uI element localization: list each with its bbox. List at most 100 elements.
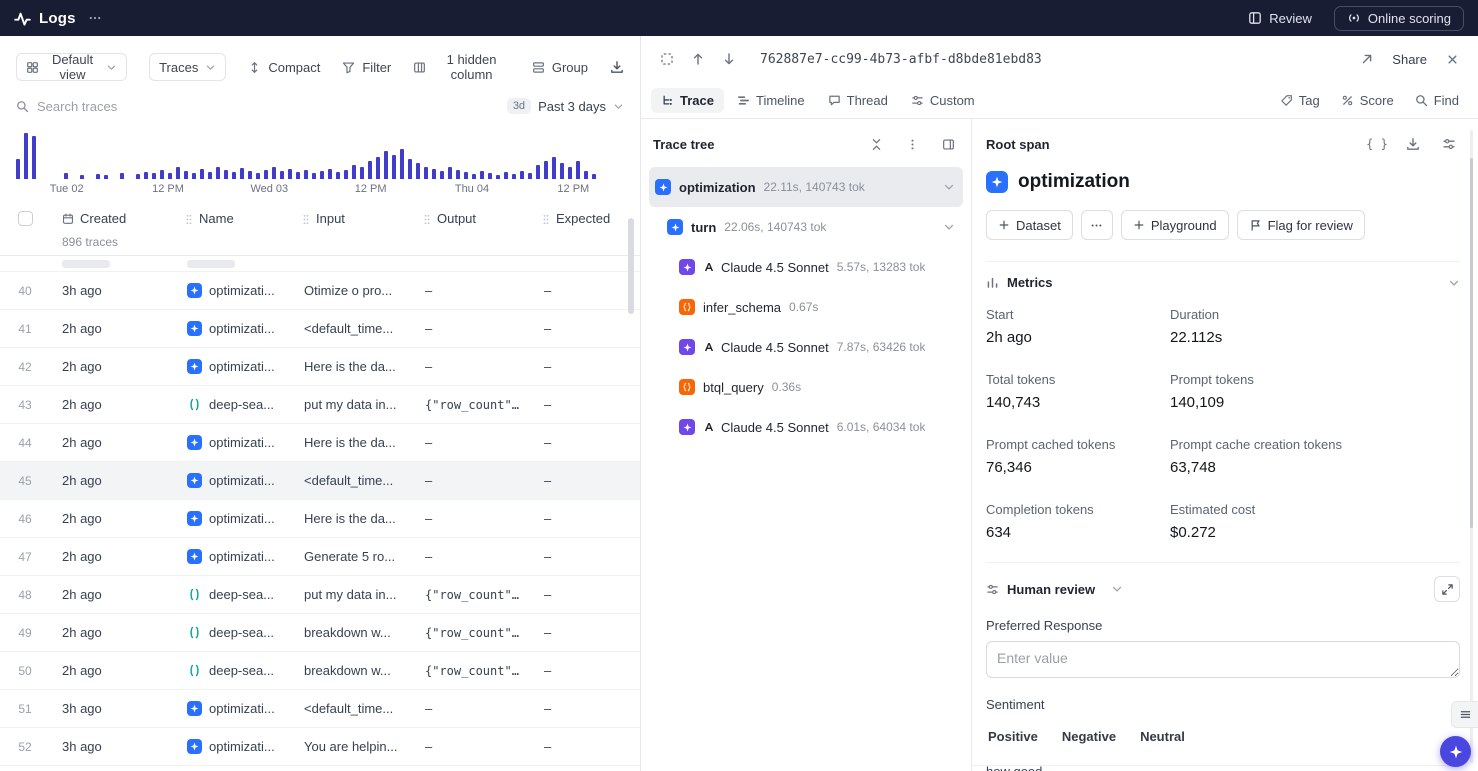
- traces-table: Created 896 traces Name Input Output: [0, 209, 640, 766]
- tab-timeline[interactable]: Timeline: [727, 88, 815, 113]
- span-layout-button[interactable]: [1438, 133, 1460, 155]
- previous-trace-button[interactable]: [684, 46, 711, 73]
- drag-handle-icon[interactable]: [423, 213, 431, 226]
- table-row[interactable]: 52 3h ago optimizati... You are helpin..…: [0, 728, 640, 766]
- trace-tree-item[interactable]: Claude 4.5 Sonnet 5.57s, 13283 tok: [649, 247, 963, 287]
- column-header-output[interactable]: Output: [417, 209, 536, 249]
- export-button[interactable]: [610, 60, 624, 74]
- row-expected: –: [536, 663, 640, 678]
- table-scrollbar[interactable]: [628, 218, 634, 314]
- scrollbar-thumb[interactable]: [1470, 158, 1473, 528]
- table-row[interactable]: 43 2h ago deep-sea... put my data in... …: [0, 386, 640, 424]
- row-name: optimizati...: [179, 701, 296, 716]
- app-menu-button[interactable]: [88, 11, 102, 25]
- trace-tree-item[interactable]: turn 22.06s, 140743 tok: [649, 207, 963, 247]
- drag-handle-icon[interactable]: [302, 213, 310, 226]
- table-row[interactable]: 40 3h ago optimizati... Otimize o pro...…: [0, 272, 640, 310]
- side-menu-button[interactable]: [1451, 701, 1478, 728]
- table-row[interactable]: 51 3h ago optimizati... <default_time...…: [0, 690, 640, 728]
- flag-for-review-button[interactable]: Flag for review: [1237, 210, 1365, 240]
- table-row[interactable]: 46 2h ago optimizati... Here is the da..…: [0, 500, 640, 538]
- metric: Total tokens 140,743: [986, 372, 1170, 411]
- column-header-created[interactable]: Created 896 traces: [50, 209, 179, 249]
- filter-button[interactable]: Filter: [342, 60, 391, 75]
- compact-toggle[interactable]: Compact: [248, 60, 320, 75]
- column-header-input[interactable]: Input: [296, 209, 417, 249]
- trace-tree-item[interactable]: Claude 4.5 Sonnet 6.01s, 64034 tok: [649, 407, 963, 447]
- sentiment-negative-button[interactable]: Negative: [1060, 725, 1118, 748]
- tab-trace[interactable]: Trace: [651, 88, 724, 113]
- add-to-playground-button[interactable]: Playground: [1121, 210, 1229, 240]
- row-number: 46: [0, 512, 50, 526]
- sentiment-neutral-button[interactable]: Neutral: [1138, 725, 1187, 748]
- tab-custom[interactable]: Custom: [901, 88, 985, 113]
- drag-handle-icon[interactable]: [542, 213, 550, 226]
- select-all-checkbox[interactable]: [18, 211, 33, 226]
- detail-scrollbar[interactable]: [1470, 130, 1473, 763]
- sentiment-positive-button[interactable]: Positive: [986, 725, 1040, 748]
- row-created: 2h ago: [50, 359, 179, 374]
- table-row[interactable]: 41 2h ago optimizati... <default_time...…: [0, 310, 640, 348]
- column-header-name[interactable]: Name: [179, 209, 296, 249]
- tree-options-button[interactable]: [901, 133, 923, 155]
- next-trace-button[interactable]: [715, 46, 742, 73]
- open-in-new-button[interactable]: [1353, 46, 1380, 73]
- histogram-bar: [224, 170, 228, 179]
- drag-handle-icon[interactable]: [185, 213, 193, 226]
- close-button[interactable]: [1439, 46, 1466, 73]
- row-name: optimizati...: [179, 321, 296, 336]
- trace-tree-item[interactable]: btql_query 0.36s: [649, 367, 963, 407]
- x-axis-label: 12 PM: [523, 183, 624, 195]
- collapse-metrics-button[interactable]: [1448, 277, 1460, 289]
- tag-button[interactable]: Tag: [1271, 88, 1329, 113]
- score-button[interactable]: Score: [1332, 88, 1403, 113]
- group-button[interactable]: Group: [532, 60, 588, 75]
- tab-thread[interactable]: Thread: [818, 88, 898, 113]
- group-icon: [532, 61, 545, 74]
- preferred-response-input[interactable]: [986, 641, 1460, 678]
- row-output: –: [417, 511, 536, 526]
- table-row[interactable]: 45 2h ago optimizati... <default_time...…: [0, 462, 640, 500]
- collapse-human-review-button[interactable]: [1111, 583, 1123, 595]
- toggle-panel-button[interactable]: [937, 133, 959, 155]
- chevron-down-icon[interactable]: [937, 181, 955, 193]
- date-range-picker[interactable]: 3d Past 3 days: [507, 98, 624, 114]
- table-row[interactable]: 48 2h ago deep-sea... put my data in... …: [0, 576, 640, 614]
- row-name: deep-sea...: [179, 587, 296, 602]
- table-row[interactable]: 50 2h ago deep-sea... breakdown w... {"r…: [0, 652, 640, 690]
- share-button[interactable]: Share: [1384, 47, 1435, 72]
- view-code-button[interactable]: { }: [1366, 133, 1388, 155]
- trace-tree-title: Trace tree: [653, 137, 714, 152]
- hidden-columns-button[interactable]: 1 hidden column: [413, 52, 510, 82]
- download-span-button[interactable]: [1402, 133, 1424, 155]
- view-selector[interactable]: Default view: [16, 53, 127, 81]
- trace-tree-item[interactable]: Claude 4.5 Sonnet 7.87s, 63426 tok: [649, 327, 963, 367]
- tree-item-name: optimization: [679, 180, 756, 195]
- review-button[interactable]: Review: [1238, 6, 1322, 31]
- table-row[interactable]: 47 2h ago optimizati... Generate 5 ro...…: [0, 538, 640, 576]
- online-scoring-button[interactable]: Online scoring: [1334, 6, 1464, 31]
- chevron-down-icon[interactable]: [937, 221, 955, 233]
- focus-span-button[interactable]: [653, 46, 680, 73]
- metric-label: Total tokens: [986, 372, 1170, 387]
- collapse-all-button[interactable]: [865, 133, 887, 155]
- expand-review-button[interactable]: [1434, 576, 1460, 602]
- search-input[interactable]: [37, 99, 499, 114]
- find-button[interactable]: Find: [1406, 88, 1468, 113]
- table-row[interactable]: 42 2h ago optimizati... Here is the da..…: [0, 348, 640, 386]
- table-row[interactable]: 44 2h ago optimizati... Here is the da..…: [0, 424, 640, 462]
- add-to-dataset-button[interactable]: Dataset: [986, 210, 1073, 240]
- trace-tree-item[interactable]: infer_schema 0.67s: [649, 287, 963, 327]
- assistant-fab-button[interactable]: [1440, 736, 1471, 767]
- histogram-bars[interactable]: [16, 132, 624, 179]
- column-header-expected[interactable]: Expected: [536, 209, 640, 249]
- traces-selector[interactable]: Traces: [149, 53, 226, 81]
- row-created: 2h ago: [50, 663, 179, 678]
- trace-tree-item[interactable]: optimization 22.11s, 140743 tok: [649, 167, 963, 207]
- histogram-bar: [32, 136, 36, 179]
- trace-tree-panel: Trace tree optimization 22.11s, 140743 t…: [641, 119, 972, 771]
- table-row[interactable]: 49 2h ago deep-sea... breakdown w... {"r…: [0, 614, 640, 652]
- flag-icon: [1249, 219, 1262, 232]
- histogram-bar: [64, 173, 68, 179]
- more-actions-button[interactable]: [1081, 210, 1113, 240]
